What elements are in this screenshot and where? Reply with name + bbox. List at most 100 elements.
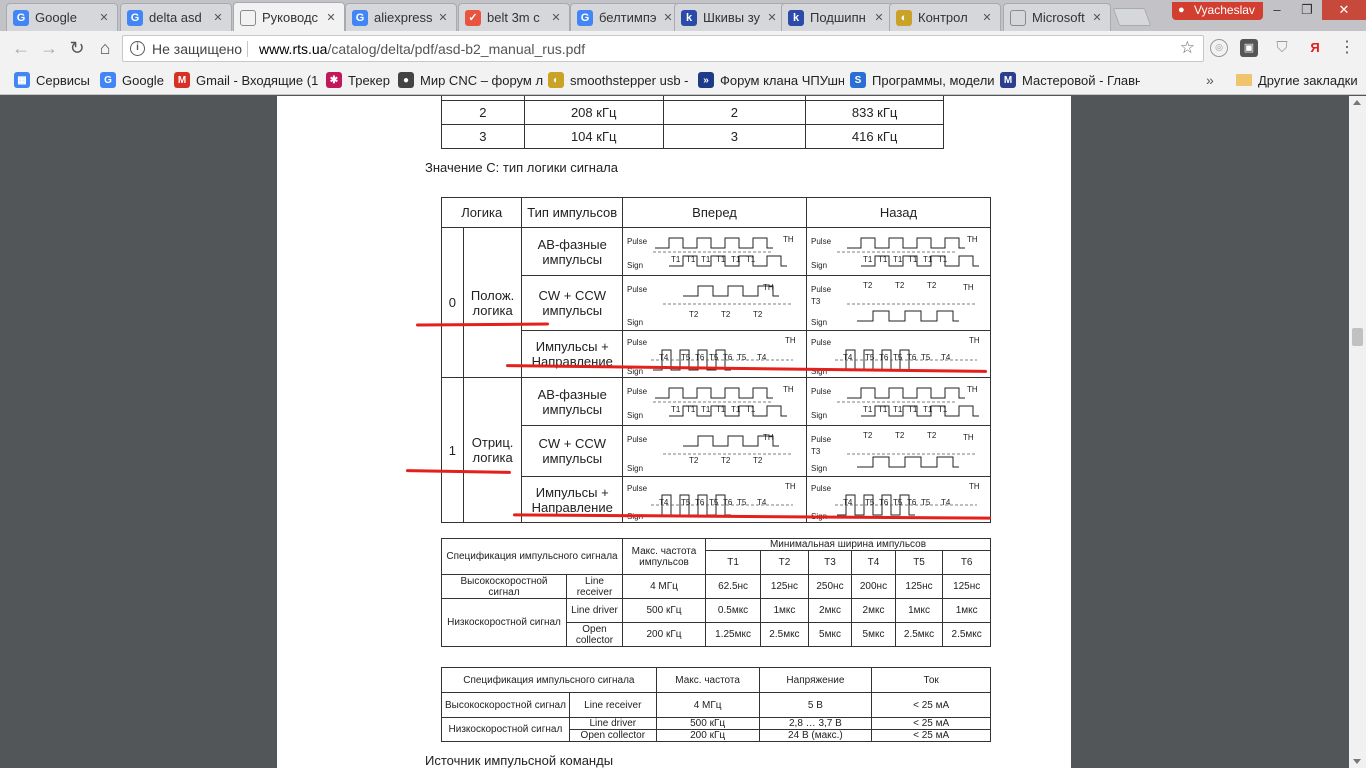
- cnc-icon: ●: [398, 72, 414, 88]
- spec2-freq: 200 кГц: [655, 729, 760, 742]
- profile-icon: ●: [1178, 4, 1185, 16]
- wave-label: T5: [737, 353, 747, 362]
- wave-label: T1: [908, 405, 918, 414]
- tab-close-icon[interactable]: ✕: [436, 11, 450, 24]
- extension-yandex-icon[interactable]: Я: [1306, 39, 1324, 57]
- address-bar[interactable]: i Не защищено www.rts.ua/catalog/delta/p…: [122, 35, 1204, 62]
- bookmarks-more-button[interactable]: »: [1206, 72, 1214, 88]
- tab-close-icon[interactable]: ✕: [211, 11, 225, 24]
- spec1-width: 2мкс: [807, 598, 853, 623]
- tab-close-icon[interactable]: ✕: [872, 11, 886, 24]
- browser-tab[interactable]: Руководс ✕: [233, 2, 345, 32]
- reload-button[interactable]: ↻: [66, 37, 88, 59]
- forward-waveform-cell: Pulse Sign T1 T1 T1 T1 T1 T1 TH: [622, 227, 807, 276]
- wave-label: T2: [689, 456, 699, 465]
- extension-shield-icon[interactable]: ⛉: [1273, 39, 1291, 57]
- wave-label: T4: [843, 498, 853, 507]
- browser-tab[interactable]: ◐ Контрол ✕: [889, 3, 1001, 31]
- wave-label: T2: [721, 310, 731, 319]
- browser-tab[interactable]: ✓ belt 3m с ✕: [458, 3, 570, 31]
- tab-close-icon[interactable]: ✕: [980, 11, 994, 24]
- pdf-viewer[interactable]: 2 208 кГц 2 833 кГц 3 104 кГц 3 416 кГц Значени…: [0, 96, 1366, 768]
- frequency-table: 2 208 кГц 2 833 кГц 3 104 кГц 3 416 кГц: [441, 96, 944, 149]
- wave-label: T1: [893, 255, 903, 264]
- bookmark-item[interactable]: ◐ smoothstepper usb -: [548, 71, 692, 89]
- pulse-line: [847, 387, 965, 398]
- tab-close-icon[interactable]: ✕: [324, 11, 338, 24]
- pulse-line: [655, 387, 774, 398]
- browser-tab[interactable]: k Подшипн ✕: [781, 3, 893, 31]
- tab-title: Microsoft: [1032, 10, 1085, 25]
- bookmark-item[interactable]: ✱ Трекер: [326, 71, 392, 89]
- logic-value: 1: [441, 377, 464, 523]
- browser-tab[interactable]: Galiexpress ✕: [345, 3, 457, 31]
- close-window-button[interactable]: ✕: [1322, 0, 1366, 20]
- signal-spec-table: Спецификация импульсного сигнала Макс. ч…: [441, 667, 991, 742]
- pulse-line: [655, 237, 774, 248]
- home-button[interactable]: ⌂: [94, 37, 116, 59]
- other-bookmarks-folder[interactable]: Другие закладки: [1236, 71, 1358, 89]
- spec1-width: 5мкс: [807, 622, 853, 647]
- browser-tab[interactable]: G Google ✕: [6, 3, 118, 31]
- tab-close-icon[interactable]: ✕: [765, 11, 779, 24]
- bookmark-item[interactable]: ● Мир CNC – форум л: [398, 71, 544, 89]
- new-tab-button[interactable]: [1112, 8, 1152, 26]
- extension-opera-icon[interactable]: ◎: [1210, 39, 1228, 57]
- wave-label: T5: [893, 498, 903, 507]
- bookmark-item[interactable]: M Gmail - Входящие (1: [174, 71, 320, 89]
- bookmark-item[interactable]: » Форум клана ЧПУшн: [698, 71, 844, 89]
- wave-label: TH: [783, 235, 794, 244]
- table-cell: 833 кГц: [805, 100, 944, 125]
- wave-label: T6: [879, 498, 889, 507]
- pulse-type-label: Импульсы + Направление: [521, 330, 624, 378]
- spec1-width: 0.5мкс: [704, 598, 762, 623]
- wave-label: T1: [863, 405, 873, 414]
- tab-strip: G Google ✕ Gdelta asd ✕ Руководс ✕ Galiexpress ✕…: [0, 0, 1366, 32]
- tab-title: aliexpress: [374, 10, 433, 25]
- wave-label: T6: [695, 353, 705, 362]
- wave-label: Pulse: [811, 338, 832, 347]
- browser-tab[interactable]: k Шкивы зу ✕: [674, 3, 786, 31]
- browser-tab[interactable]: Microsoft ✕: [1003, 3, 1111, 31]
- bookmark-item[interactable]: S Программы, модели: [850, 71, 994, 89]
- logic-row: 1 Отриц. логика АВ-фазные импульсы Pulse Sig…: [441, 377, 991, 523]
- tool-icon: ◐: [896, 9, 912, 26]
- forward-button[interactable]: →: [38, 37, 60, 59]
- profile-button[interactable]: ● Vyacheslav: [1172, 2, 1263, 20]
- spec2-current: < 25 мА: [871, 692, 991, 718]
- wave-label: T1: [878, 405, 888, 414]
- waveform-diagram: Pulse Sign T3 T2 T2 T2 TH: [811, 431, 977, 473]
- back-button[interactable]: ←: [10, 37, 32, 59]
- bookmark-star-icon[interactable]: ☆: [1180, 38, 1195, 58]
- scrollbar-thumb[interactable]: [1352, 328, 1363, 346]
- spec2-current: < 25 мА: [871, 717, 991, 730]
- wave-label: T6: [723, 353, 733, 362]
- bookmark-item[interactable]: M Мастеровой - Главн: [1000, 71, 1140, 89]
- wave-label: T5: [921, 498, 931, 507]
- browser-tab[interactable]: Gбелтимпэ ✕: [570, 3, 682, 31]
- pulse-line: [857, 310, 959, 321]
- bookmark-item[interactable]: G Google: [100, 71, 168, 89]
- maximize-button[interactable]: ❐: [1292, 0, 1322, 20]
- other-bookmarks-label: Другие закладки: [1258, 72, 1358, 88]
- minimize-button[interactable]: –: [1262, 0, 1292, 20]
- security-label[interactable]: Не защищено: [152, 41, 242, 57]
- info-icon[interactable]: i: [130, 41, 145, 56]
- tab-close-icon[interactable]: ✕: [661, 11, 675, 24]
- vertical-scrollbar[interactable]: [1349, 96, 1366, 768]
- scroll-down-icon[interactable]: [1353, 759, 1361, 764]
- bottom-caption: Источник импульсной команды: [425, 753, 614, 768]
- bookmark-item[interactable]: ▦ Сервисы: [14, 71, 94, 89]
- tab-close-icon[interactable]: ✕: [1090, 11, 1104, 24]
- browser-tab[interactable]: Gdelta asd ✕: [120, 3, 232, 31]
- spec1-width: 1мкс: [760, 598, 809, 623]
- scroll-up-icon[interactable]: [1353, 100, 1361, 105]
- bookmark-label: Мастеровой - Главн: [1022, 72, 1140, 88]
- tab-close-icon[interactable]: ✕: [97, 11, 111, 24]
- menu-icon[interactable]: ⋮: [1339, 38, 1355, 58]
- url-text[interactable]: www.rts.ua/catalog/delta/pdf/asd-b2_manu…: [259, 41, 585, 57]
- tab-title: belt 3m с: [487, 10, 540, 25]
- header-forward: Вперед: [622, 197, 807, 228]
- tab-close-icon[interactable]: ✕: [549, 11, 563, 24]
- extension-notification-icon[interactable]: ▣: [1240, 39, 1258, 57]
